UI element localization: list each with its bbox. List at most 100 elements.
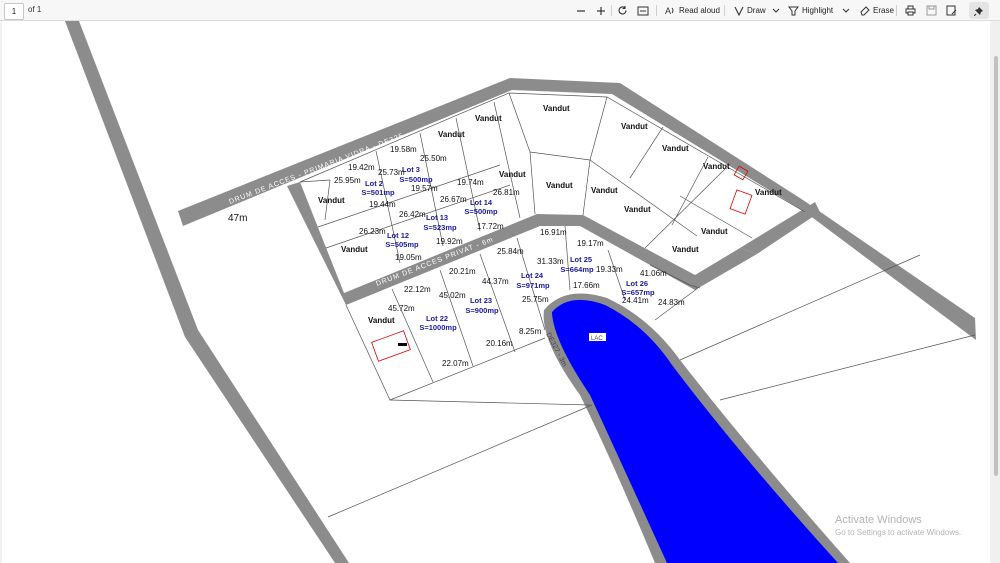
- pin-icon: [974, 6, 983, 16]
- sold-label: Vandut: [703, 162, 730, 171]
- plus-icon: [597, 6, 605, 15]
- dimension-label: 41.06m: [640, 269, 667, 278]
- dimension-label: 26.23m: [359, 227, 386, 236]
- rotate-button[interactable]: [617, 0, 628, 21]
- zoom-out-button[interactable]: [576, 0, 586, 21]
- chevron-down-icon: [772, 8, 780, 13]
- draw-icon: [734, 6, 744, 16]
- dimension-label: 19.05m: [395, 253, 422, 262]
- lake-label: LAC: [591, 336, 603, 342]
- sold-label: Vandut: [368, 316, 395, 325]
- read-aloud-label: Read aloud: [679, 6, 720, 15]
- lot-area: S=1000mp: [419, 323, 457, 332]
- dimension-label: 26.42m: [399, 210, 426, 219]
- draw-label: Draw: [747, 6, 766, 15]
- fit-page-icon: [637, 6, 649, 15]
- dimension-label: 17.66m: [573, 281, 600, 290]
- activate-windows-watermark: Activate Windows Go to Settings to activ…: [835, 514, 961, 537]
- page-number-input[interactable]: 1: [4, 3, 24, 20]
- dimension-label: 19.42m: [348, 163, 375, 172]
- highlight-button[interactable]: Highlight: [788, 0, 833, 21]
- sold-label: Vandut: [475, 114, 502, 123]
- sold-label: Vandut: [543, 104, 570, 113]
- sold-label: Vandut: [499, 170, 526, 179]
- rotate-icon: [618, 6, 627, 15]
- dimension-label: 19.58m: [390, 145, 417, 154]
- lot-area: S=505mp: [385, 240, 419, 249]
- dimension-label: 16.91m: [540, 228, 567, 237]
- dimension-label: 44.37m: [482, 277, 509, 286]
- dimension-label: 26.81m: [493, 188, 520, 197]
- lot-name: Lot 14: [470, 198, 493, 207]
- dimension-label: 22.07m: [442, 359, 469, 368]
- fit-page-button[interactable]: [637, 0, 649, 21]
- save-button[interactable]: [926, 0, 937, 21]
- dimension-label: 25.84m: [497, 247, 524, 256]
- highlight-icon: [788, 6, 799, 16]
- sold-label: Vandut: [624, 205, 651, 214]
- lot-name: Lot 26: [626, 279, 648, 288]
- access-road-top-width: 7m: [425, 143, 437, 153]
- scrollbar-thumb[interactable]: [994, 56, 998, 476]
- dimension-label: 45.02m: [439, 291, 466, 300]
- sold-label: Vandut: [546, 181, 573, 190]
- svg-text:A: A: [665, 6, 671, 16]
- draw-options-button[interactable]: [772, 0, 780, 21]
- lot-area: S=971mp: [516, 281, 550, 290]
- dimension-label: 26.67m: [440, 195, 467, 204]
- side-road: [740, 202, 820, 254]
- dimension-label: 19.33m: [596, 265, 623, 274]
- dimension-label: 19.17m: [577, 239, 604, 248]
- dimension-label: 8.25m: [519, 327, 542, 336]
- save-icon: [926, 5, 937, 16]
- minus-icon: [577, 9, 585, 12]
- print-button[interactable]: [905, 0, 916, 21]
- dimension-label: 25.95m: [334, 176, 361, 185]
- watermark-title: Activate Windows: [835, 514, 922, 526]
- dimension-label: 19.44m: [369, 200, 396, 209]
- lot-name: Lot 22: [426, 314, 448, 323]
- draw-button[interactable]: Draw: [733, 0, 766, 21]
- dimension-label: 20.21m: [449, 267, 476, 276]
- erase-button[interactable]: Erase: [859, 0, 894, 21]
- sold-label: Vandut: [662, 144, 689, 153]
- chevron-down-icon: [842, 8, 850, 13]
- save-as-icon: [946, 5, 957, 16]
- dimension-label: 19.57m: [411, 184, 438, 193]
- sold-label: Vandut: [755, 188, 782, 197]
- pdf-toolbar: 1 of 1 A Read aloud Draw Highlight Erase: [0, 0, 1000, 21]
- building-marker: [729, 189, 753, 215]
- lot-name: Lot 13: [426, 213, 448, 222]
- upper-lot-lines: [299, 92, 806, 264]
- dimension-label: 19.92m: [436, 237, 463, 246]
- save-as-button[interactable]: [946, 0, 957, 21]
- watermark-subtitle: Go to Settings to activate Windows.: [835, 528, 962, 537]
- dimension-label: 22.12m: [404, 285, 431, 294]
- dimension-label: 25.75m: [522, 295, 549, 304]
- lot-name: Lot 24: [521, 271, 544, 280]
- left-width-label: 47m: [228, 213, 247, 224]
- erase-label: Erase: [873, 6, 894, 15]
- lot-name: Lot 3: [402, 165, 420, 174]
- highlight-label: Highlight: [802, 6, 834, 15]
- highlight-options-button[interactable]: [842, 0, 850, 21]
- site-plan: Strada Manastirii DRUM DE ACCES - PRIMAR…: [65, 21, 976, 563]
- lot-name: Lot 12: [387, 231, 409, 240]
- zoom-in-button[interactable]: [596, 0, 606, 21]
- pin-toolbar-button[interactable]: [969, 2, 989, 19]
- dimension-label: 20.16m: [486, 339, 513, 348]
- dimension-label: 19.74m: [457, 178, 484, 187]
- lot-area: S=500mp: [464, 207, 498, 216]
- read-aloud-button[interactable]: A Read aloud: [665, 0, 720, 21]
- dimension-label: 45.72m: [388, 304, 415, 313]
- print-icon: [905, 5, 916, 16]
- sold-label: Vandut: [438, 130, 465, 139]
- lot-area: S=664mp: [560, 265, 594, 274]
- pdf-page: Strada Manastirii DRUM DE ACCES - PRIMAR…: [2, 21, 990, 563]
- sold-label: Vandut: [701, 227, 728, 236]
- dimension-label: 24.41m: [622, 296, 649, 305]
- sold-label: Vandut: [591, 186, 618, 195]
- dimension-label: 31.33m: [537, 257, 564, 266]
- dimension-label: 24.83m: [658, 298, 685, 307]
- lot-name: Lot 2: [365, 179, 383, 188]
